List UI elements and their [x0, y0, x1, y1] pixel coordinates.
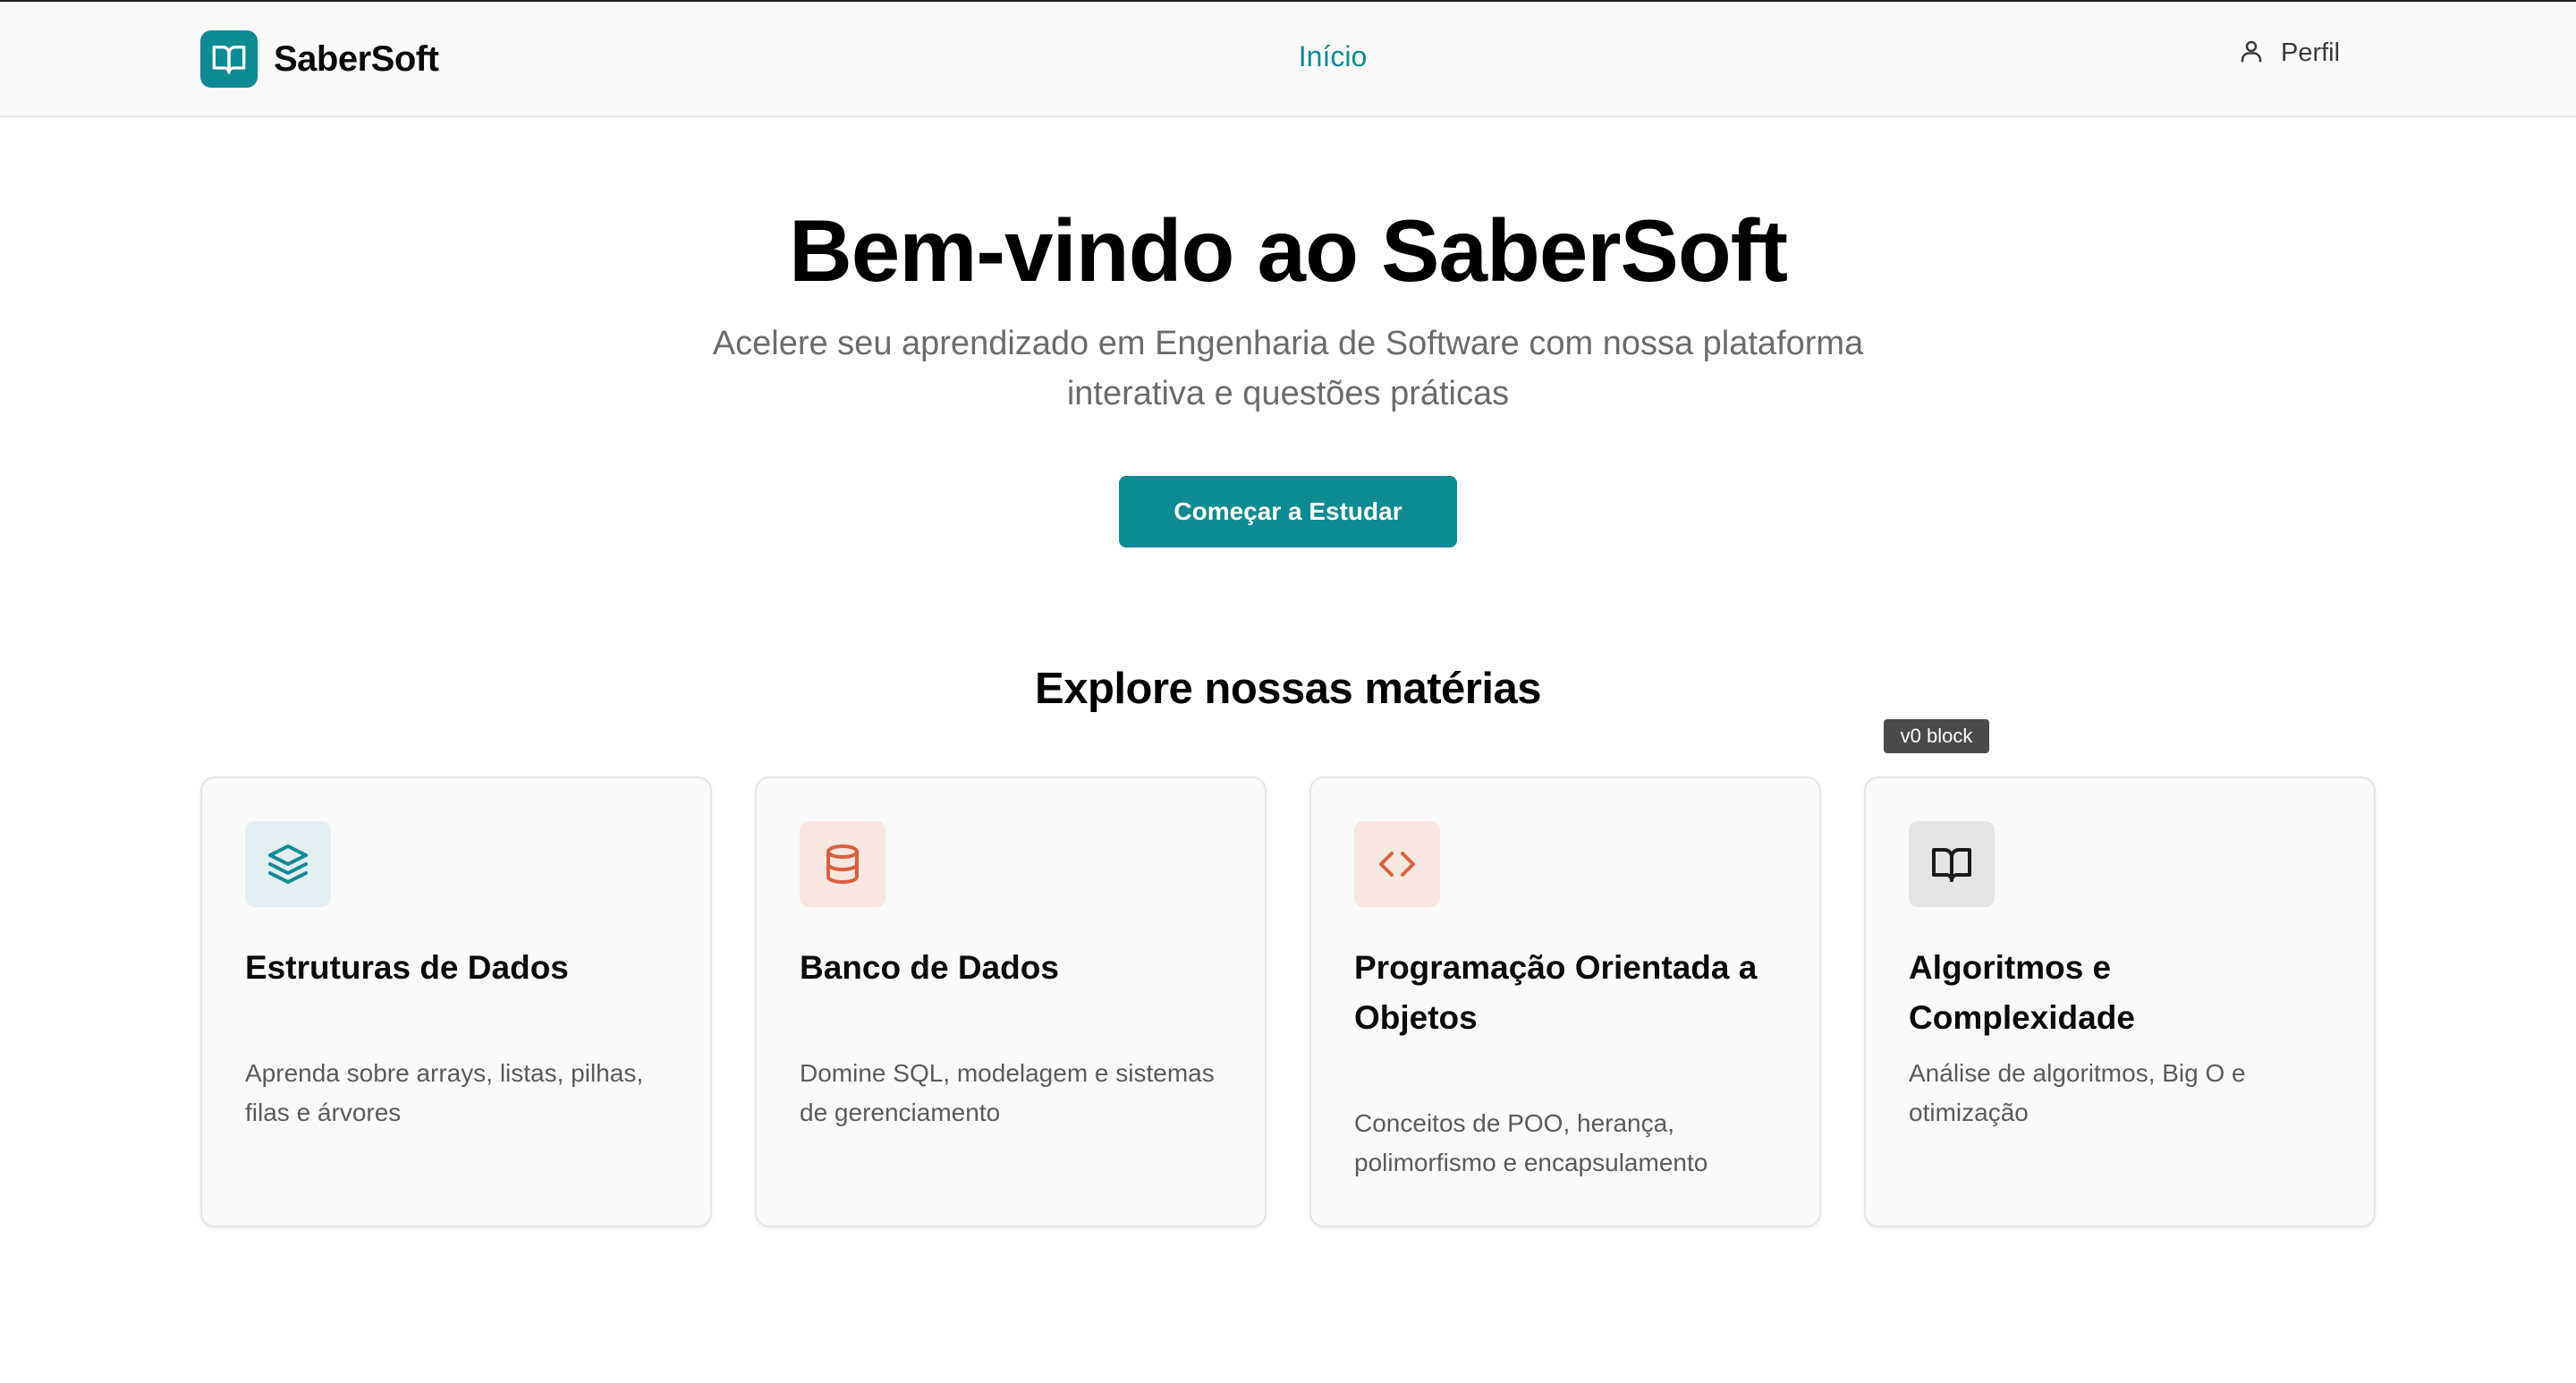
start-studying-button[interactable]: Começar a Estudar	[1119, 476, 1457, 547]
hero-subtitle: Acelere seu aprendizado em Engenharia de…	[712, 325, 1864, 412]
card-title: Programação Orientada a Objetos	[1354, 949, 1758, 1036]
card-title: Algoritmos e Complexidade	[1909, 949, 2135, 1036]
navbar: SaberSoft Início Perfil	[0, 2, 2576, 117]
code-icon	[1354, 821, 1440, 907]
card-description: Análise de algoritmos, Big O e otimizaçã…	[1909, 1059, 2246, 1126]
card-description: Aprenda sobre arrays, listas, pilhas, fi…	[245, 1059, 644, 1126]
book-open-icon	[200, 30, 258, 88]
card-description: Domine SQL, modelagem e sistemas de gere…	[800, 1059, 1215, 1126]
v0-block-tooltip: v0 block	[1884, 719, 1989, 753]
profile-link[interactable]: Perfil	[2238, 38, 2340, 69]
subject-card-databases[interactable]: Banco de Dados Domine SQL, modelagem e s…	[755, 776, 1267, 1227]
profile-label: Perfil	[2281, 38, 2341, 67]
database-icon	[800, 821, 886, 907]
layers-icon	[245, 821, 331, 907]
hero-title: Bem-vindo ao SaberSoft	[788, 201, 1788, 300]
card-title: Banco de Dados	[800, 949, 1059, 986]
card-title: Estruturas de Dados	[245, 949, 569, 986]
book-open-icon	[1909, 821, 1995, 907]
subject-card-oop[interactable]: Programação Orientada a Objetos Conceito…	[1309, 776, 1821, 1227]
card-description: Conceitos de POO, herança, polimorfismo …	[1354, 1109, 1708, 1176]
brand-name: SaberSoft	[274, 38, 439, 79]
subject-cards: Estruturas de Dados Aprenda sobre arrays…	[200, 776, 2376, 1227]
subject-card-algorithms[interactable]: Algoritmos e Complexidade Análise de alg…	[1864, 776, 2376, 1227]
brand-logo[interactable]: SaberSoft	[200, 30, 439, 88]
user-icon	[2238, 38, 2265, 69]
nav-link-home[interactable]: Início	[1252, 40, 1413, 73]
subject-card-data-structures[interactable]: Estruturas de Dados Aprenda sobre arrays…	[200, 776, 712, 1227]
subjects-section-title: Explore nossas matérias	[1035, 665, 1541, 713]
